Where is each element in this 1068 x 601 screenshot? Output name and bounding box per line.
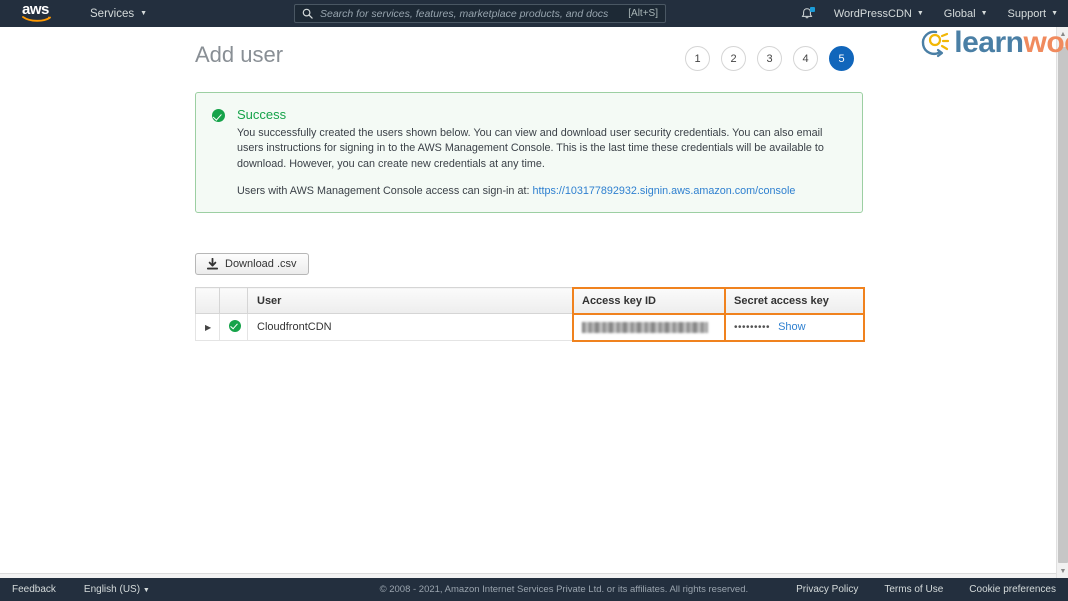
row-secret-access-key-cell: ••••••••• Show <box>723 312 865 342</box>
account-menu[interactable]: WordPressCDN ▼ <box>834 8 924 20</box>
region-menu-label: Global <box>943 7 976 20</box>
search-input[interactable] <box>320 7 629 20</box>
signin-url-link[interactable]: https://103177892932.signin.aws.amazon.c… <box>532 185 795 197</box>
main-content: Add user 1 2 3 4 5 Success You successfu… <box>0 27 1056 601</box>
chevron-down-icon: ▼ <box>142 587 150 594</box>
top-navigation-bar: aws Services ▼ [Alt+S] <box>0 0 1068 27</box>
row-status-cell <box>219 313 248 341</box>
success-message: You successfully created the users shown… <box>237 127 824 170</box>
language-selector[interactable]: English (US) ▼ <box>84 584 150 595</box>
copyright-text: © 2008 - 2021, Amazon Internet Services … <box>379 584 749 595</box>
status-success-icon <box>229 319 241 332</box>
support-menu-label: Support <box>1007 7 1047 20</box>
services-menu-label: Services <box>90 7 135 20</box>
search-icon <box>302 8 313 19</box>
privacy-policy-link[interactable]: Privacy Policy <box>796 584 858 595</box>
success-title: Success <box>237 107 287 122</box>
chevron-down-icon: ▼ <box>916 10 924 17</box>
download-csv-label: Download .csv <box>225 258 297 270</box>
secret-key-masked-value: ••••••••• <box>734 322 771 333</box>
chevron-down-icon: ▼ <box>1051 10 1058 17</box>
scrollbar-thumb[interactable] <box>1058 47 1068 563</box>
header-user: User <box>247 287 573 314</box>
success-alert-panel: Success You successfully created the use… <box>195 92 863 214</box>
step-4[interactable]: 4 <box>793 46 818 71</box>
scroll-up-arrow-icon[interactable]: ▲ <box>1057 27 1068 41</box>
cookie-preferences-link[interactable]: Cookie preferences <box>969 584 1056 595</box>
account-menu-label: WordPressCDN <box>833 7 912 20</box>
step-5[interactable]: 5 <box>829 46 854 71</box>
aws-logo[interactable]: aws <box>22 0 60 25</box>
chevron-down-icon: ▼ <box>980 10 988 17</box>
step-3[interactable]: 3 <box>757 46 782 71</box>
credentials-table: User Access key ID Secret access key ▶ C… <box>195 286 865 342</box>
row-user-cell: CloudfrontCDN <box>247 313 573 341</box>
step-1[interactable]: 1 <box>685 46 710 71</box>
page-scrollbar[interactable]: ▲ ▼ <box>1056 27 1068 578</box>
scroll-down-arrow-icon[interactable]: ▼ <box>1057 564 1068 578</box>
footer-right-group: © 2008 - 2021, Amazon Internet Services … <box>380 584 1056 595</box>
footer-left-group: Feedback English (US) ▼ <box>12 584 150 595</box>
row-expand-cell[interactable]: ▶ <box>195 313 220 341</box>
step-indicator: 1 2 3 4 5 <box>685 46 854 71</box>
services-menu[interactable]: Services ▼ <box>90 8 147 20</box>
download-csv-button[interactable]: Download .csv <box>195 253 309 275</box>
access-key-id-redacted-value <box>582 321 708 333</box>
language-selector-label: English (US) <box>83 584 141 595</box>
support-menu[interactable]: Support ▼ <box>1008 8 1058 20</box>
show-secret-key-link[interactable]: Show <box>778 321 806 333</box>
search-shortcut-hint: [Alt+S] <box>628 8 658 19</box>
expand-arrow-icon[interactable]: ▶ <box>205 323 211 332</box>
signin-line: Users with AWS Management Console access… <box>237 185 846 197</box>
table-header-row: User Access key ID Secret access key <box>195 286 865 315</box>
global-search-box[interactable]: [Alt+S] <box>294 4 666 23</box>
notifications-bell-icon[interactable] <box>800 6 815 21</box>
region-menu[interactable]: Global ▼ <box>944 8 988 20</box>
header-secret-access-key: Secret access key <box>723 286 865 315</box>
success-check-icon <box>212 109 225 122</box>
header-access-key-id: Access key ID <box>571 286 726 315</box>
terms-of-use-link[interactable]: Terms of Use <box>884 584 943 595</box>
page-footer: Feedback English (US) ▼ © 2008 - 2021, A… <box>0 578 1068 601</box>
top-nav-right-group: WordPressCDN ▼ Global ▼ Support ▼ <box>800 0 1058 27</box>
page-title: Add user <box>195 42 284 67</box>
signin-prefix-text: Users with AWS Management Console access… <box>237 185 530 198</box>
header-expand <box>195 287 220 314</box>
download-icon <box>207 258 218 270</box>
aws-console-page: aws Services ▼ [Alt+S] <box>0 0 1068 601</box>
notification-badge-dot <box>809 6 815 12</box>
feedback-link[interactable]: Feedback <box>12 584 56 595</box>
step-2[interactable]: 2 <box>721 46 746 71</box>
row-access-key-id-cell <box>571 312 726 342</box>
aws-logo-text: aws <box>22 0 49 18</box>
table-row: ▶ CloudfrontCDN ••••••••• Show <box>195 312 865 342</box>
chevron-down-icon: ▼ <box>140 10 148 17</box>
header-status <box>219 287 248 314</box>
